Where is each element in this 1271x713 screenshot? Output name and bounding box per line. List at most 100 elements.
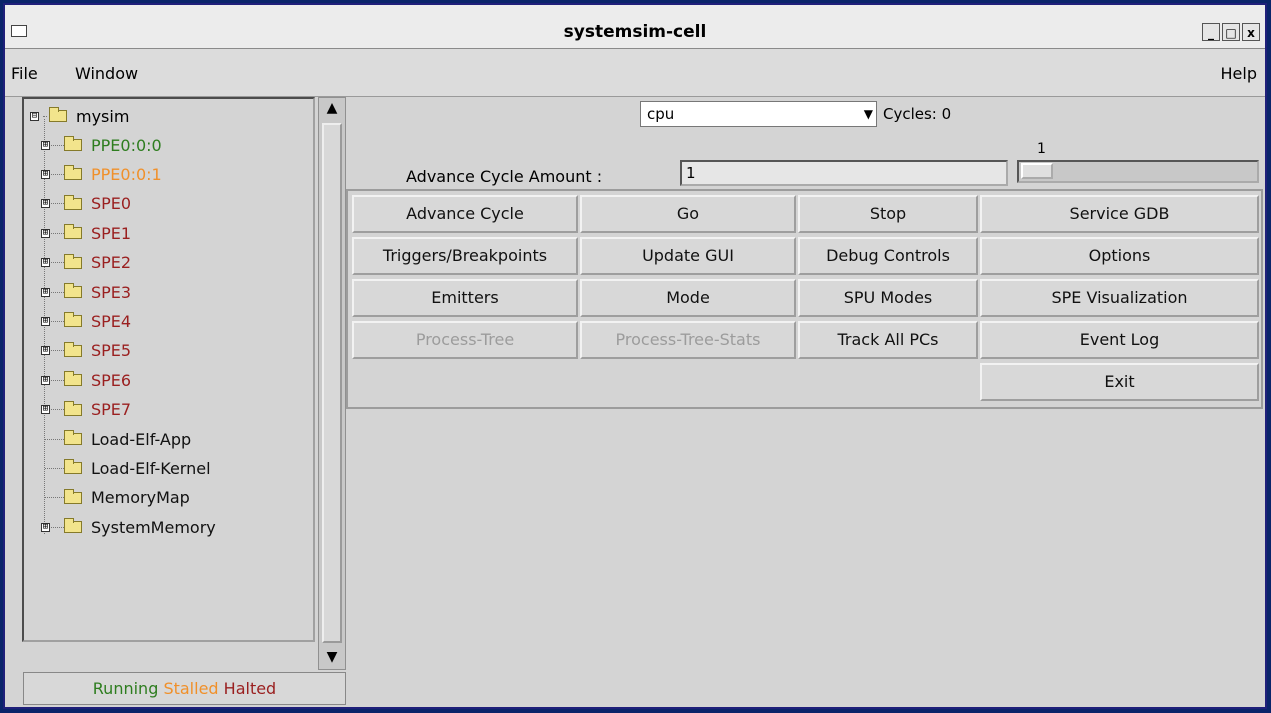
expand-icon[interactable]: ⊞ [41,140,50,150]
tree-item-label: SPE5 [91,341,132,361]
expand-icon[interactable]: ⊞ [41,375,50,385]
slider-value: 1 [1037,141,1046,157]
tree-item-label: SystemMemory [91,517,216,537]
tree-connector [45,438,64,440]
tree-item-label: SPE3 [91,282,132,302]
menu-bar: File Window Help [5,49,1265,97]
collapse-icon[interactable]: ⊟ [30,111,39,121]
tree-item-label: SPE0 [91,194,132,214]
folder-icon [64,518,82,534]
tree-item[interactable]: ⊞ PPE0:0:1 [41,163,162,185]
folder-icon [64,459,82,475]
spu-modes-button[interactable]: SPU Modes [798,279,978,317]
close-button[interactable]: x [1242,23,1260,41]
legend-halted: Halted [223,679,277,698]
tree-item[interactable]: ⊞ SPE7 [41,399,132,421]
expand-icon[interactable]: ⊞ [41,316,50,326]
tree-item-label: SPE2 [91,253,132,273]
emitters-button[interactable]: Emitters [352,279,578,317]
folder-icon [49,107,67,122]
folder-icon [64,283,82,298]
tree-item[interactable]: MemoryMap [45,487,190,509]
tree-item[interactable]: Load-Elf-Kernel [45,457,211,479]
exit-button[interactable]: Exit [980,363,1259,401]
status-legend: Running Stalled Halted [23,672,346,705]
advance-amount-slider[interactable] [1017,160,1259,183]
expand-icon[interactable]: ⊞ [41,228,50,238]
folder-icon [64,194,82,210]
stop-button[interactable]: Stop [798,195,978,233]
mode-button[interactable]: Mode [580,279,796,317]
expand-icon[interactable]: ⊞ [41,287,50,297]
tree-item[interactable]: ⊞ SPE6 [41,369,132,391]
tree-item-label: SPE4 [91,311,132,331]
legend-stalled: Stalled [163,679,219,698]
tree-item[interactable]: ⊞ SPE5 [41,340,132,362]
maximize-button[interactable]: □ [1222,23,1240,41]
scroll-up-icon[interactable]: ▲ [322,100,342,118]
expand-icon[interactable]: ⊞ [41,522,50,532]
tree-item-label: mysim [76,106,130,126]
tree-item[interactable]: ⊞ SPE4 [41,310,132,332]
expand-icon[interactable]: ⊞ [41,405,50,415]
tree-scrollbar[interactable]: ▲ ▼ [318,97,346,670]
tree-item-label: SPE1 [91,223,132,243]
processor-select[interactable]: cpu ▼ [640,101,877,127]
folder-icon [64,341,82,357]
tree-item-label: Load-Elf-Kernel [91,458,211,478]
minimize-button[interactable]: _ [1202,23,1220,41]
button-grid: Advance Cycle Go Stop Service GDB Trigge… [346,189,1263,409]
legend-running: Running [92,679,159,698]
tree-item[interactable]: ⊞ SPE3 [41,281,132,303]
service-gdb-button[interactable]: Service GDB [980,195,1259,233]
tree-item[interactable]: ⊞ SystemMemory [41,516,216,538]
tree-item[interactable]: ⊞ SPE1 [41,222,132,244]
tree-connector [44,119,45,534]
expand-icon[interactable]: ⊞ [41,199,50,209]
spe-visualization-button[interactable]: SPE Visualization [980,279,1259,317]
main-window: systemsim-cell _ □ x File Window Help ⊟ … [3,3,1267,709]
menu-file[interactable]: File [11,64,38,83]
triggers-breakpoints-button[interactable]: Triggers/Breakpoints [352,237,578,275]
tree-connector [45,467,64,469]
scroll-thumb[interactable] [322,123,342,643]
expand-icon[interactable]: ⊞ [41,169,50,179]
track-all-pcs-button[interactable]: Track All PCs [798,321,978,359]
menu-help[interactable]: Help [1221,64,1257,83]
tree-item-label: PPE0:0:1 [91,164,162,184]
tree-item-label: SPE7 [91,400,132,420]
window-title: systemsim-cell [563,22,707,42]
debug-controls-button[interactable]: Debug Controls [798,237,978,275]
folder-icon [64,488,82,504]
tree-item[interactable]: ⊞ SPE0 [41,193,132,215]
folder-icon [64,430,82,445]
tree-item-label: SPE6 [91,370,132,390]
expand-icon[interactable]: ⊞ [41,258,50,268]
processor-select-value: cpu [647,105,675,123]
tree-item-label: MemoryMap [91,488,190,508]
event-log-button[interactable]: Event Log [980,321,1259,359]
options-button[interactable]: Options [980,237,1259,275]
process-tree-stats-button[interactable]: Process-Tree-Stats [580,321,796,359]
tree-item-mysim[interactable]: ⊟ mysim [30,105,129,127]
tree-item[interactable]: Load-Elf-App [45,428,191,450]
folder-icon [64,400,82,416]
menu-window[interactable]: Window [75,64,138,83]
title-bar[interactable]: systemsim-cell _ □ x [5,5,1265,49]
advance-amount-label: Advance Cycle Amount : [406,167,603,186]
folder-icon [64,312,82,328]
tree-item[interactable]: ⊞ PPE0:0:0 [41,134,162,156]
chevron-down-icon[interactable]: ▼ [864,102,873,126]
advance-amount-input[interactable]: 1 [680,160,1008,186]
advance-cycle-button[interactable]: Advance Cycle [352,195,578,233]
expand-icon[interactable]: ⊞ [41,346,50,356]
process-tree-button[interactable]: Process-Tree [352,321,578,359]
go-button[interactable]: Go [580,195,796,233]
tree-item[interactable]: ⊞ SPE2 [41,252,132,274]
update-gui-button[interactable]: Update GUI [580,237,796,275]
folder-icon [64,253,82,269]
scroll-down-icon[interactable]: ▼ [322,649,342,667]
tree-connector [43,115,47,117]
slider-thumb[interactable] [1021,163,1053,179]
folder-icon [64,224,82,240]
